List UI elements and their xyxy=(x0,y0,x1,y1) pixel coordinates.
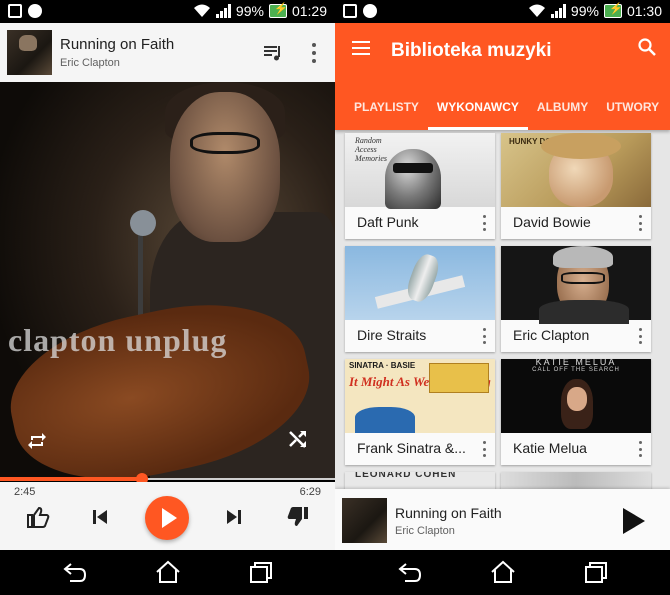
artist-name: Daft Punk xyxy=(357,214,419,230)
gallery-notification-icon xyxy=(343,4,357,18)
album-art: clapton unplug xyxy=(0,82,335,478)
artist-name: Eric Clapton xyxy=(513,327,590,343)
wifi-icon xyxy=(193,4,210,17)
album-thumbnail xyxy=(342,498,387,543)
tab-playlists[interactable]: PLAYLISTY xyxy=(335,93,428,130)
shuffle-icon[interactable] xyxy=(287,428,309,450)
playback-controls: 2:45 6:29 xyxy=(0,482,335,550)
card-overflow-icon[interactable] xyxy=(635,215,645,231)
home-icon[interactable] xyxy=(155,560,181,584)
signal-icon xyxy=(215,4,231,18)
artist-image: KATIE MELUA CALL OFF THE SEARCH xyxy=(501,359,651,433)
repeat-icon[interactable] xyxy=(26,428,48,450)
battery-percent: 99% xyxy=(235,3,264,19)
recents-icon[interactable] xyxy=(248,560,274,584)
menu-icon[interactable] xyxy=(352,41,370,55)
artist-image: SINATRA · BASIE It Might As Well Be Swin… xyxy=(345,359,495,433)
artist-image: Random Access Memories xyxy=(345,133,495,209)
play-icon[interactable] xyxy=(623,508,645,534)
card-overflow-icon[interactable] xyxy=(479,441,489,457)
next-icon[interactable] xyxy=(225,508,243,526)
tab-artists[interactable]: WYKONAWCY xyxy=(427,93,528,130)
now-playing-header: Running on Faith Eric Clapton xyxy=(0,23,335,82)
album-art-text: clapton unplug xyxy=(8,322,228,358)
album-cover-text: SINATRA · BASIE xyxy=(349,361,416,370)
system-nav-bar xyxy=(0,550,335,595)
thumbs-up-icon[interactable] xyxy=(26,506,50,528)
page-title: Biblioteka muzyki xyxy=(391,40,552,61)
now-playing-screen: 99% 01:29 Running on Faith Eric Clapton … xyxy=(0,0,335,595)
track-artist: Eric Clapton xyxy=(60,57,120,69)
queue-icon[interactable] xyxy=(263,43,283,63)
wifi-icon xyxy=(528,4,545,17)
tab-albums[interactable]: ALBUMY xyxy=(528,93,597,130)
track-title: Running on Faith xyxy=(60,36,175,53)
back-icon[interactable] xyxy=(62,560,88,584)
artist-image xyxy=(345,246,495,320)
artist-card-david-bowie[interactable]: HUNKY DORY David Bowie xyxy=(501,133,651,239)
album-cover-text: CALL OFF THE SEARCH xyxy=(532,367,620,373)
battery-percent: 99% xyxy=(570,3,599,19)
artist-name: Frank Sinatra &... xyxy=(357,440,466,456)
library-tabs: PLAYLISTY WYKONAWCY ALBUMY UTWORY xyxy=(335,93,668,130)
artist-image xyxy=(501,246,651,324)
album-cover-text: LEONARD COHEN xyxy=(355,472,457,480)
tab-songs[interactable]: UTWORY xyxy=(597,93,668,130)
card-overflow-icon[interactable] xyxy=(635,441,645,457)
album-thumbnail xyxy=(7,30,52,75)
album-cover-text: KATIE MELUA xyxy=(535,359,617,367)
battery-icon xyxy=(603,2,623,18)
card-overflow-icon[interactable] xyxy=(479,215,489,231)
more-options-icon[interactable] xyxy=(307,41,321,65)
mini-player[interactable]: Running on Faith Eric Clapton xyxy=(335,489,670,550)
gallery-notification-icon xyxy=(8,4,22,18)
music-notification-icon xyxy=(28,4,42,18)
library-screen: 99% 01:30 Biblioteka muzyki PLAYLISTY WY… xyxy=(335,0,670,595)
recents-icon[interactable] xyxy=(583,560,609,584)
back-icon[interactable] xyxy=(397,560,423,584)
card-overflow-icon[interactable] xyxy=(479,328,489,344)
signal-icon xyxy=(550,4,566,18)
microphone-image xyxy=(130,210,156,236)
home-icon[interactable] xyxy=(490,560,516,584)
seek-bar-fill xyxy=(0,477,143,481)
mini-player-artist: Eric Clapton xyxy=(395,525,455,537)
artist-card-frank-sinatra[interactable]: SINATRA · BASIE It Might As Well Be Swin… xyxy=(345,359,495,465)
play-button[interactable] xyxy=(145,496,189,540)
artist-card-daft-punk[interactable]: Random Access Memories Daft Punk xyxy=(345,133,495,239)
system-nav-bar xyxy=(335,550,670,595)
elapsed-time: 2:45 xyxy=(14,486,36,498)
search-icon[interactable] xyxy=(637,37,657,57)
artist-card-dire-straits[interactable]: Dire Straits xyxy=(345,246,495,352)
total-time: 6:29 xyxy=(299,486,321,498)
artist-image: HUNKY DORY xyxy=(501,133,651,207)
card-overflow-icon[interactable] xyxy=(635,328,645,344)
artist-name: Dire Straits xyxy=(357,327,427,343)
artist-name: David Bowie xyxy=(513,214,591,230)
previous-icon[interactable] xyxy=(91,508,109,526)
artist-card-katie-melua[interactable]: KATIE MELUA CALL OFF THE SEARCH Katie Me… xyxy=(501,359,651,465)
thumbs-down-icon[interactable] xyxy=(286,506,310,528)
status-bar: 99% 01:29 xyxy=(0,0,335,23)
mini-player-title: Running on Faith xyxy=(395,505,502,521)
artist-name: Katie Melua xyxy=(513,440,587,456)
status-bar: 99% 01:30 xyxy=(335,0,670,23)
app-bar: Biblioteka muzyki PLAYLISTY WYKONAWCY AL… xyxy=(335,23,670,130)
artist-card-eric-clapton[interactable]: Eric Clapton xyxy=(501,246,651,352)
clock: 01:30 xyxy=(626,3,662,19)
clock: 01:29 xyxy=(291,3,327,19)
music-notification-icon xyxy=(363,4,377,18)
battery-icon xyxy=(268,2,288,18)
